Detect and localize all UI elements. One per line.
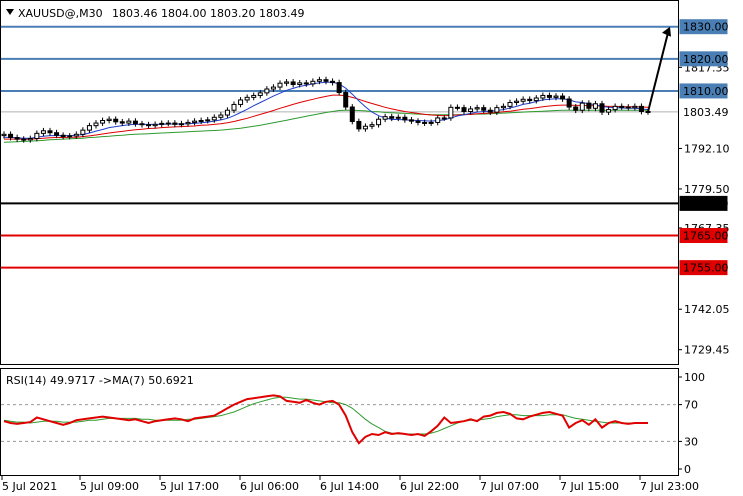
price-badge: 1830.00 <box>679 19 729 35</box>
chart-canvas: 1817.351792.101779.501767.351742.051729.… <box>0 0 730 493</box>
price-badge: 1803.49 <box>679 104 729 120</box>
time-tick-label: 7 Jul 07:00 <box>480 480 539 493</box>
rsi-tick-label: 30 <box>684 435 698 448</box>
price-badge: 1775.00 <box>679 195 729 211</box>
time-axis: 5 Jul 2021 5 Jul 09:00 5 Jul 17:00 6 Jul 06… <box>1 476 699 493</box>
price-badge: 1755.00 <box>679 260 729 276</box>
svg-text:1775.00: 1775.00 <box>683 197 729 210</box>
candle <box>343 89 349 110</box>
rsi-tick-label: 70 <box>684 399 698 412</box>
price-badge: 1765.00 <box>679 228 729 244</box>
candle <box>448 104 454 121</box>
rsi-tick-label: 0 <box>684 463 691 476</box>
price-badge: 1810.00 <box>679 83 729 99</box>
price-panel <box>0 0 679 365</box>
time-tick-label: 5 Jul 09:00 <box>80 480 139 493</box>
svg-text:1830.00: 1830.00 <box>683 21 729 34</box>
ohlc-values: 1803.46 1804.00 1803.20 1803.49 <box>112 7 304 20</box>
price-axis: 1817.351792.101779.501767.351742.051729.… <box>678 19 730 357</box>
rsi-axis: 100 70 30 0 <box>678 371 705 476</box>
svg-text:1765.00: 1765.00 <box>683 230 729 243</box>
time-tick-label: 5 Jul 17:00 <box>160 480 219 493</box>
candle <box>349 104 355 125</box>
price-tick-label: 1729.45 <box>684 344 730 357</box>
time-tick-label: 6 Jul 22:00 <box>400 480 459 493</box>
time-tick-label: 6 Jul 06:00 <box>240 480 299 493</box>
price-badge: 1820.00 <box>679 51 729 67</box>
price-tick-label: 1742.05 <box>684 303 730 316</box>
svg-text:1820.00: 1820.00 <box>683 53 729 66</box>
svg-text:1810.00: 1810.00 <box>683 85 729 98</box>
price-tick-label: 1792.10 <box>684 142 730 155</box>
symbol-header: XAUUSD@,M30 1803.46 1804.00 1803.20 1803… <box>6 7 304 20</box>
svg-text:1755.00: 1755.00 <box>683 262 729 275</box>
time-tick-label: 7 Jul 23:00 <box>640 480 699 493</box>
svg-text:1803.49: 1803.49 <box>683 106 729 119</box>
time-tick-label: 7 Jul 15:00 <box>560 480 619 493</box>
symbol-label: XAUUSD@,M30 <box>18 7 103 20</box>
time-tick-label: 5 Jul 2021 <box>2 480 57 493</box>
price-tick-label: 1779.50 <box>684 183 730 196</box>
rsi-tick-label: 100 <box>684 371 705 384</box>
rsi-title: RSI(14) 49.9717 ->MA(7) 50.6921 <box>6 374 194 387</box>
time-tick-label: 6 Jul 14:00 <box>320 480 379 493</box>
